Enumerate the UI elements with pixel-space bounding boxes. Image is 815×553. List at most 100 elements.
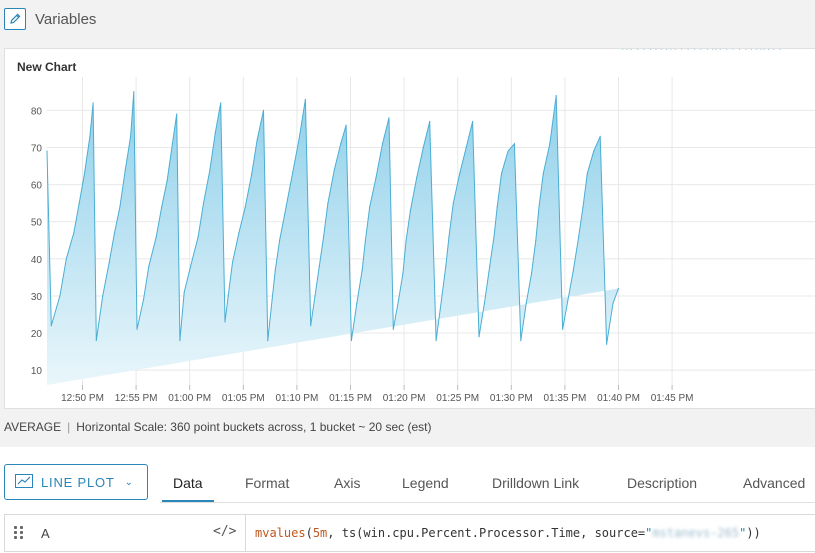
chart-type-dropdown[interactable]: LINE PLOT ⌄ — [4, 464, 148, 500]
data-point — [542, 172, 544, 175]
chart-type-label: LINE PLOT — [41, 474, 115, 490]
data-point — [626, 49, 628, 50]
x-tick-label: 12:50 PM — [61, 393, 104, 404]
data-point — [472, 120, 474, 123]
tab-format[interactable]: Format — [245, 464, 289, 500]
data-point — [767, 49, 770, 50]
data-point — [483, 302, 485, 304]
data-point — [244, 206, 246, 208]
data-point — [429, 120, 431, 123]
data-point — [314, 295, 316, 297]
data-point — [108, 261, 110, 264]
data-point — [148, 265, 150, 267]
data-point — [176, 113, 178, 115]
data-point — [102, 295, 104, 297]
data-point — [402, 273, 404, 275]
top-bar: Variables — [0, 0, 815, 38]
tab-advanced[interactable]: Advanced — [743, 464, 805, 500]
data-point — [124, 169, 126, 171]
x-tick-label: 01:30 PM — [490, 393, 533, 404]
data-point — [327, 202, 329, 204]
data-point — [304, 98, 306, 100]
data-point — [538, 206, 540, 208]
data-point — [83, 172, 86, 175]
data-point — [142, 299, 145, 301]
data-point — [606, 343, 608, 345]
data-point — [119, 206, 121, 208]
pencil-icon[interactable] — [4, 8, 26, 30]
tab-description[interactable]: Description — [627, 464, 697, 500]
tab-drilldown-link[interactable]: Drilldown Link — [492, 464, 579, 500]
data-point — [572, 269, 575, 271]
data-point — [445, 265, 447, 267]
tab-legend[interactable]: Legend — [402, 464, 449, 500]
data-point — [643, 49, 645, 50]
data-point — [340, 143, 342, 145]
data-point — [345, 124, 347, 126]
data-point — [756, 49, 758, 50]
data-point — [318, 265, 320, 267]
data-point — [271, 299, 273, 301]
data-point — [179, 339, 181, 342]
data-point — [364, 239, 366, 241]
query-name[interactable]: A — [41, 526, 50, 541]
data-point — [113, 232, 116, 234]
code-icon[interactable]: </> — [213, 524, 236, 539]
x-tick-label: 01:40 PM — [597, 393, 640, 404]
chart-status: AVERAGE | Horizontal Scale: 360 point buck… — [4, 420, 432, 434]
data-point — [719, 49, 721, 50]
data-point — [513, 143, 515, 145]
data-point — [130, 135, 132, 137]
data-point — [732, 49, 734, 50]
variables-title[interactable]: Variables — [35, 11, 96, 28]
data-point — [422, 146, 424, 149]
data-point — [637, 49, 639, 50]
data-point — [190, 265, 192, 267]
data-point — [356, 302, 358, 304]
data-point — [416, 176, 418, 178]
data-point — [279, 239, 281, 241]
data-point — [350, 339, 352, 342]
data-point — [46, 150, 48, 152]
data-point — [655, 49, 657, 50]
data-point — [310, 325, 312, 327]
data-point — [361, 269, 363, 271]
data-point — [224, 321, 226, 323]
data-point — [712, 49, 714, 50]
x-tick-label: 01:10 PM — [275, 393, 318, 404]
x-tick-label: 01:15 PM — [329, 393, 372, 404]
data-point — [133, 91, 135, 93]
data-point — [65, 258, 67, 260]
data-point — [507, 150, 509, 152]
query-input[interactable]: mvalues(5m, ts(win.cpu.Percent.Processor… — [255, 526, 761, 540]
data-point — [622, 49, 624, 50]
data-point — [535, 239, 537, 241]
data-point — [409, 210, 411, 212]
data-point — [693, 49, 696, 50]
query-divider — [245, 515, 246, 551]
x-tick-label: 01:20 PM — [383, 393, 426, 404]
aggregate-label: AVERAGE — [4, 420, 62, 434]
data-point — [398, 299, 400, 301]
chevron-down-icon: ⌄ — [124, 476, 134, 488]
y-tick-label: 60 — [31, 181, 43, 192]
data-point — [700, 49, 702, 50]
x-tick-label: 01:35 PM — [543, 393, 586, 404]
x-tick-label: 01:25 PM — [436, 393, 479, 404]
y-tick-label: 80 — [31, 106, 43, 117]
data-point — [555, 95, 557, 97]
drag-handle-icon[interactable] — [14, 526, 24, 540]
tab-axis[interactable]: Axis — [334, 464, 360, 500]
data-point — [136, 328, 138, 330]
tab-data[interactable]: Data — [162, 464, 214, 503]
data-point — [525, 302, 527, 304]
data-point — [78, 202, 80, 204]
data-point — [202, 202, 205, 204]
data-point — [323, 236, 325, 238]
blurred-source-value: mstanevs-265 — [652, 526, 740, 540]
data-point — [267, 339, 269, 342]
line-chart[interactable]: 10 20 30 40 50 60 70 80 12:50 PM 12:55 PM 01:00 PM… — [5, 49, 815, 410]
query-row: A </> mvalues(5m, ts(win.cpu.Percent.Pro… — [4, 514, 815, 552]
data-point — [262, 109, 265, 111]
data-point — [750, 49, 752, 50]
